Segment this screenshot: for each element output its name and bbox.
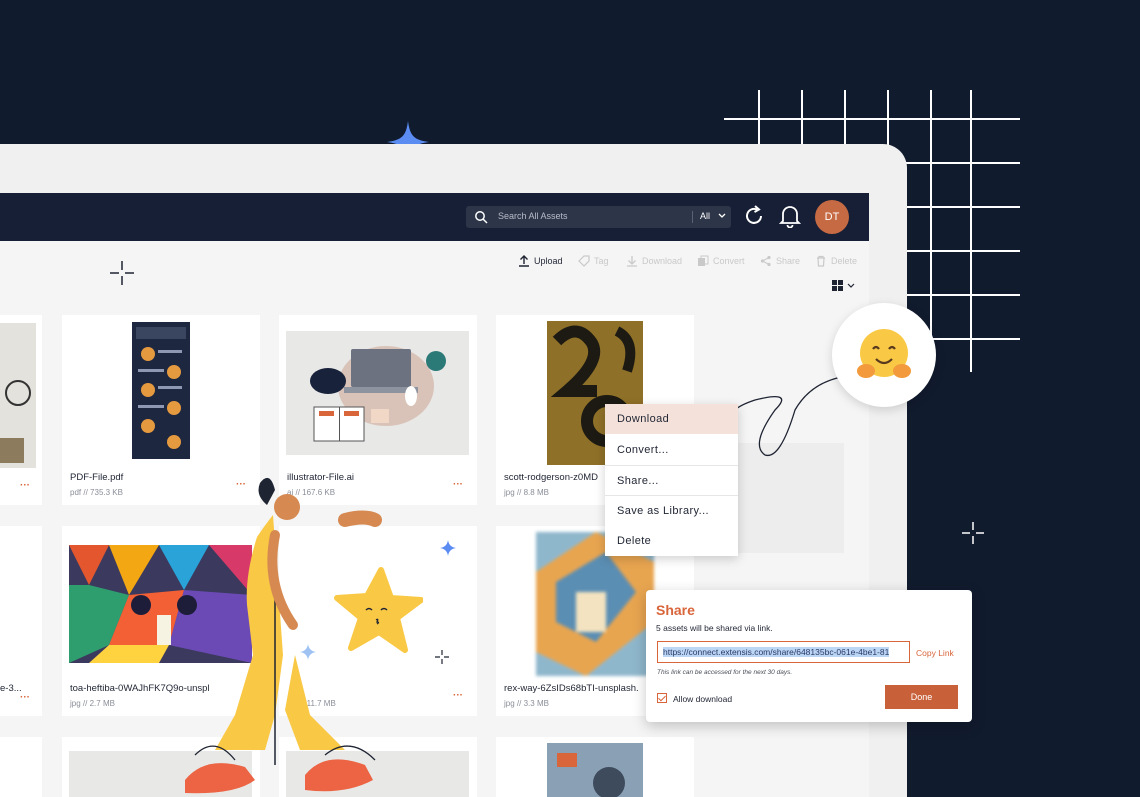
emoji-bubble: [832, 303, 936, 407]
asset-card[interactable]: e-3... ···: [0, 526, 42, 716]
asset-thumbnail: [286, 331, 469, 455]
allow-download-label: Allow download: [673, 694, 733, 704]
download-button[interactable]: Download: [626, 254, 682, 268]
share-label: Share: [776, 256, 801, 266]
asset-card[interactable]: ···: [0, 315, 42, 505]
share-link-field[interactable]: https://connect.extensis.com/share/64813…: [657, 641, 910, 663]
asset-name: e-3...: [0, 683, 22, 694]
asset-meta: jpg // 2.7 MB: [70, 699, 115, 708]
search-scope-select[interactable]: All: [700, 211, 710, 221]
copy-link-button[interactable]: Copy Link: [916, 648, 954, 658]
share-dialog: Share 5 assets will be shared via link. …: [646, 590, 972, 722]
more-options-icon[interactable]: ···: [453, 479, 463, 490]
asset-thumbnail: [547, 743, 643, 797]
asset-card[interactable]: [0, 737, 42, 797]
asset-meta: pdf // 735.3 KB: [70, 488, 123, 497]
share-button[interactable]: Share: [760, 254, 800, 268]
share-link-note: This link can be accessed for the next 3…: [657, 669, 793, 676]
chevron-down-icon[interactable]: [717, 211, 727, 221]
grid-view-icon[interactable]: [832, 280, 858, 292]
delete-label: Delete: [831, 256, 858, 266]
asset-thumbnail: [132, 322, 190, 459]
asset-meta: jpg // 3.3 MB: [504, 699, 549, 708]
share-icon: [760, 255, 771, 267]
allow-download-checkbox[interactable]: [657, 693, 667, 703]
trash-icon: [817, 255, 825, 267]
menu-item-download[interactable]: Download: [605, 404, 738, 434]
delete-button[interactable]: Delete: [815, 254, 857, 268]
upload-label: Upload: [534, 256, 563, 266]
tag-icon: [578, 255, 590, 267]
convert-icon: [698, 255, 709, 266]
sparkle-icon: [110, 261, 134, 285]
more-options-icon[interactable]: ···: [20, 480, 30, 491]
app-header: [0, 193, 869, 241]
download-icon: [627, 256, 637, 267]
search-bar[interactable]: Search All Assets All: [466, 206, 731, 228]
menu-item-delete[interactable]: Delete: [605, 526, 738, 556]
tag-label: Tag: [594, 256, 609, 266]
convert-label: Convert: [713, 256, 745, 266]
asset-name: PDF-File.pdf: [70, 472, 124, 483]
more-options-icon[interactable]: ···: [453, 690, 463, 701]
menu-item-save-as-library[interactable]: Save as Library...: [605, 496, 738, 526]
search-icon: [475, 211, 488, 224]
avatar[interactable]: DT: [815, 200, 849, 234]
hugging-face-icon: [857, 329, 911, 378]
share-dialog-title: Share: [656, 602, 695, 618]
sparkle-icon: [435, 650, 449, 664]
upload-button[interactable]: Upload: [518, 254, 563, 268]
search-input[interactable]: Search All Assets: [498, 211, 568, 221]
share-link-text: https://connect.extensis.com/share/64813…: [663, 647, 890, 657]
share-dialog-subtitle: 5 assets will be shared via link.: [656, 623, 773, 633]
asset-name: scott-rodgerson-z0MD: [504, 472, 598, 483]
done-button[interactable]: Done: [885, 685, 958, 709]
upload-icon: [519, 255, 529, 267]
menu-item-share[interactable]: Share...: [605, 466, 738, 496]
bell-icon[interactable]: [779, 204, 801, 228]
sparkle-icon: [962, 522, 984, 544]
convert-button[interactable]: Convert: [697, 254, 745, 268]
person-illustration: [185, 477, 382, 794]
asset-meta: jpg // 8.8 MB: [504, 488, 549, 497]
tag-button[interactable]: Tag: [578, 254, 609, 268]
search-divider: [692, 211, 693, 223]
sparkle-icon: [440, 540, 456, 556]
asset-thumbnail: [0, 323, 36, 468]
refresh-icon[interactable]: [742, 204, 766, 228]
download-label: Download: [642, 256, 683, 266]
asset-card[interactable]: [496, 737, 694, 797]
asset-name: rex-way-6ZsIDs68bTI-unsplash.: [504, 683, 639, 694]
context-menu: Download Convert... Share... Save as Lib…: [605, 404, 738, 556]
more-options-icon[interactable]: ···: [20, 692, 30, 703]
menu-item-convert[interactable]: Convert...: [605, 435, 738, 465]
